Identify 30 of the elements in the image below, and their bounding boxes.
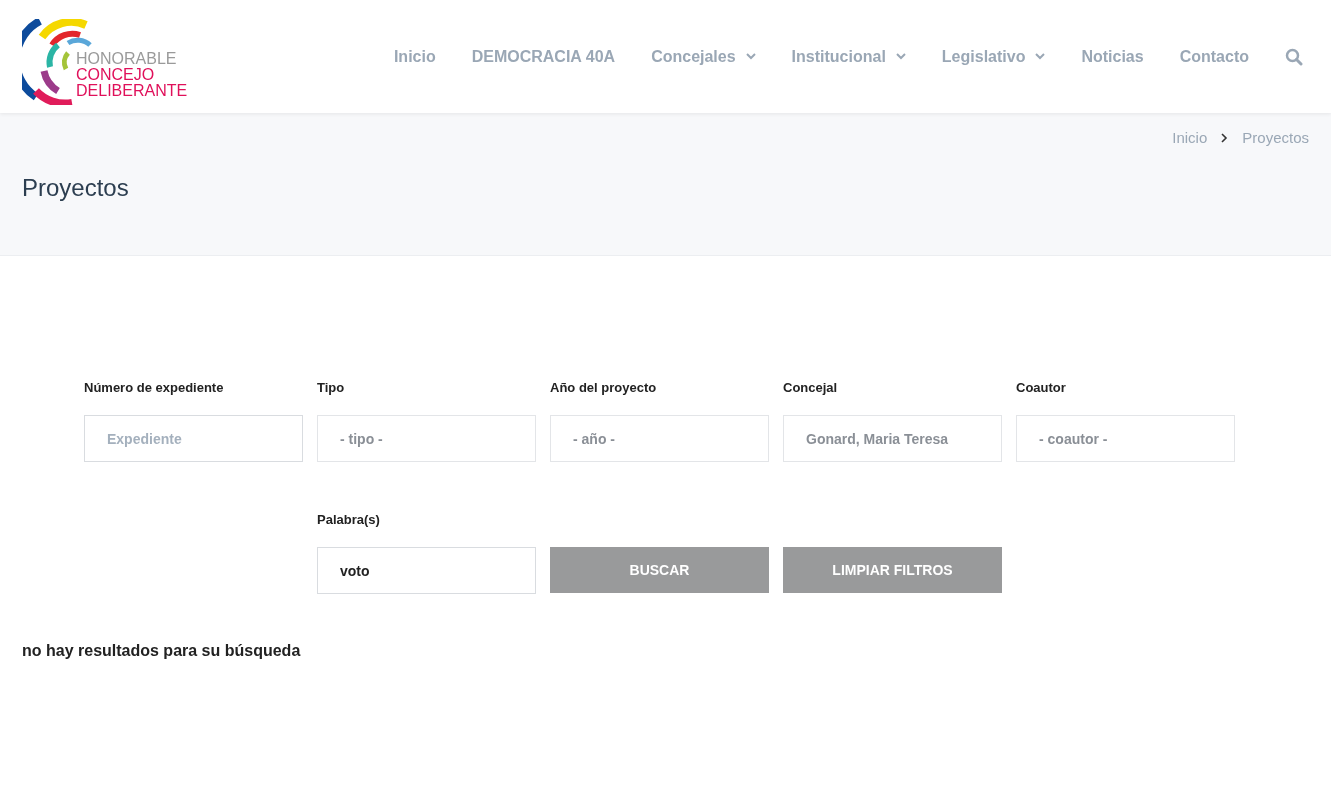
nav-link[interactable]: Concejales (651, 47, 756, 66)
nav-link[interactable]: Noticias (1081, 47, 1144, 66)
nav-link[interactable]: Legislativo (941, 47, 1046, 66)
text-field[interactable]: Expediente (84, 415, 303, 462)
nav-link[interactable]: Contacto (1179, 47, 1249, 66)
select-field[interactable]: - coautor - (1016, 415, 1235, 462)
nav-link[interactable]: Institucional (791, 47, 906, 66)
logo-text: HONORABLE (76, 50, 178, 67)
breadcrumb-link[interactable]: Inicio (1172, 129, 1208, 146)
action-button[interactable]: LIMPIAR FILTROS (783, 547, 1002, 593)
nav-link[interactable]: DEMOCRACIA 40A (471, 47, 616, 66)
breadcrumb-link[interactable]: Proyectos (1242, 129, 1309, 146)
search-icon[interactable] (1285, 47, 1303, 66)
select-field[interactable]: Gonard, Maria Teresa (783, 415, 1002, 462)
select-field[interactable]: - tipo - (317, 415, 536, 462)
page-title: Proyectos (22, 174, 130, 202)
field-label: Tipo (317, 379, 346, 397)
result-message: no hay resultados para su búsqueda (22, 642, 302, 660)
logo-text: DELIBERANTE (76, 82, 188, 99)
field-label: Concejal (783, 379, 839, 397)
nav-link[interactable]: Inicio (393, 47, 436, 66)
field-label: Palabra(s) (317, 511, 381, 529)
field-label: Número de expediente (84, 379, 225, 397)
field-label: Coautor (1016, 379, 1067, 397)
select-field[interactable]: - año - (550, 415, 769, 462)
chevron-right-icon (1221, 132, 1229, 143)
text-field[interactable]: voto (317, 547, 536, 594)
action-button[interactable]: BUSCAR (550, 547, 769, 593)
logo-text: CONCEJO (76, 66, 156, 83)
field-label: Año del proyecto (550, 379, 658, 397)
